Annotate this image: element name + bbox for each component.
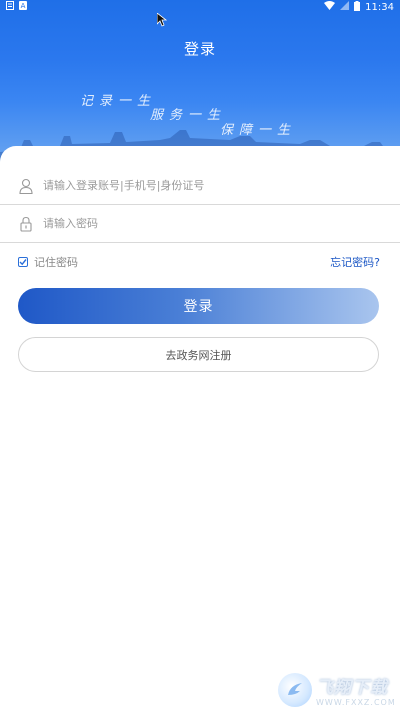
header-banner: A 11:34 登录 记录一生 服务一生 保障一生 bbox=[0, 0, 400, 170]
battery-icon bbox=[354, 0, 361, 14]
signal-off-icon bbox=[340, 1, 350, 13]
slogan-1: 记录一生 bbox=[80, 94, 157, 109]
watermark-logo-icon bbox=[278, 673, 312, 707]
slogan-2: 服务一生 bbox=[150, 108, 227, 123]
watermark-url: WWW.FXXZ.COM bbox=[316, 698, 396, 707]
wifi-icon bbox=[324, 1, 336, 13]
watermark: 飞翔下载 WWW.FXXZ.COM bbox=[278, 668, 398, 712]
user-icon bbox=[19, 178, 33, 194]
watermark-text: 飞翔下载 bbox=[316, 678, 388, 698]
svg-text:A: A bbox=[21, 2, 26, 10]
page-title: 登录 bbox=[183, 40, 216, 58]
account-field-row bbox=[0, 167, 400, 205]
app-notification-icon: A bbox=[19, 1, 27, 13]
slogan-3: 保障一生 bbox=[220, 123, 297, 138]
remember-password-toggle[interactable]: 记住密码 bbox=[18, 254, 78, 270]
remember-label: 记住密码 bbox=[34, 256, 78, 269]
status-bar: A 11:34 bbox=[0, 0, 400, 14]
notification-icon bbox=[6, 1, 14, 13]
login-button[interactable]: 登录 bbox=[18, 288, 379, 324]
status-time: 11:34 bbox=[365, 1, 394, 13]
login-card: 记住密码 忘记密码? 登录 去政务网注册 bbox=[0, 146, 400, 714]
password-input[interactable] bbox=[43, 217, 363, 230]
check-icon bbox=[19, 259, 27, 266]
mouse-pointer-icon bbox=[156, 12, 168, 31]
forgot-password-link[interactable]: 忘记密码? bbox=[330, 254, 380, 270]
remember-row: 记住密码 忘记密码? bbox=[18, 254, 380, 270]
remember-checkbox[interactable] bbox=[18, 257, 28, 267]
lock-icon bbox=[19, 216, 33, 232]
register-button[interactable]: 去政务网注册 bbox=[18, 337, 379, 372]
password-field-row bbox=[0, 205, 400, 243]
account-input[interactable] bbox=[43, 179, 363, 192]
